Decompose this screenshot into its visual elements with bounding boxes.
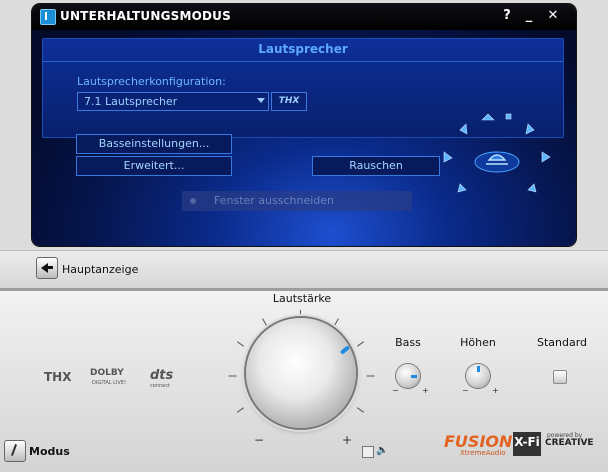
chevron-down-icon bbox=[257, 98, 265, 103]
dts-logo: dts bbox=[150, 368, 174, 383]
treble-label: Höhen bbox=[460, 336, 496, 349]
fusion-sub-logo: XtremeAudio bbox=[460, 449, 506, 457]
controls-section: Lautstärke − + Bass − + Höhen − + Standa… bbox=[0, 288, 608, 472]
bass-indicator bbox=[411, 375, 417, 378]
creative-logo: CREATIVE bbox=[545, 438, 594, 448]
window-title: UNTERHALTUNGSMODUS bbox=[60, 9, 231, 23]
main-display-label: Hauptanzeige bbox=[62, 263, 139, 276]
standard-label: Standard bbox=[536, 336, 588, 349]
volume-tick bbox=[300, 310, 301, 318]
section-divider bbox=[43, 61, 563, 62]
dts-sub-logo: connect bbox=[150, 383, 170, 389]
radio-icon bbox=[190, 198, 196, 204]
mute-checkbox[interactable] bbox=[362, 446, 374, 458]
standard-button[interactable] bbox=[553, 370, 567, 384]
cutout-window-option[interactable]: Fenster ausschneiden bbox=[182, 191, 412, 211]
top-section: UNTERHALTUNGSMODUS ? _ ✕ Lautsprecher La… bbox=[0, 0, 608, 289]
volume-plus-label: + bbox=[342, 433, 353, 447]
mute-icon: 🔈 bbox=[376, 445, 389, 456]
xfi-logo: X-Fi bbox=[513, 432, 541, 456]
thx-logo: THX bbox=[44, 370, 72, 384]
treble-plus: + bbox=[492, 386, 499, 395]
volume-label: Lautstärke bbox=[272, 292, 332, 305]
dolby-logo: DOLBY bbox=[90, 368, 124, 378]
bass-minus: − bbox=[392, 386, 399, 395]
title-bar: UNTERHALTUNGSMODUS ? _ ✕ bbox=[32, 4, 576, 30]
bass-label: Bass bbox=[395, 336, 421, 349]
bass-knob[interactable] bbox=[396, 364, 420, 388]
cutout-window-label: Fenster ausschneiden bbox=[214, 194, 335, 207]
speaker-panel: UNTERHALTUNGSMODUS ? _ ✕ Lautsprecher La… bbox=[32, 4, 576, 246]
back-button[interactable] bbox=[36, 257, 58, 279]
bass-plus: + bbox=[422, 386, 429, 395]
mode-button[interactable] bbox=[4, 440, 26, 462]
advanced-button[interactable]: Erweitert... bbox=[76, 156, 232, 176]
minimize-button[interactable]: _ bbox=[522, 8, 536, 24]
close-button[interactable]: ✕ bbox=[546, 8, 560, 24]
dolby-sub-logo: DIGITAL LIVE! bbox=[92, 380, 126, 386]
thx-button[interactable]: THX bbox=[271, 92, 307, 111]
mode-label: Modus bbox=[29, 445, 70, 458]
speaker-config-label: Lautsprecherkonfiguration: bbox=[77, 75, 226, 88]
mode-icon bbox=[11, 444, 17, 456]
treble-minus: − bbox=[462, 386, 469, 395]
volume-tick bbox=[236, 341, 245, 347]
help-button[interactable]: ? bbox=[500, 8, 514, 24]
volume-tick bbox=[356, 341, 365, 347]
bass-settings-button[interactable]: Basseinstellungen... bbox=[76, 134, 232, 154]
speaker-layout-icon[interactable] bbox=[442, 112, 552, 194]
treble-indicator bbox=[477, 366, 480, 372]
volume-tick bbox=[228, 375, 237, 377]
back-arrow-stem bbox=[47, 266, 53, 269]
volume-tick bbox=[334, 318, 339, 326]
speaker-config-select[interactable]: 7.1 Lautsprecher bbox=[77, 92, 269, 111]
volume-tick bbox=[236, 407, 245, 413]
app-logo-icon bbox=[40, 9, 56, 25]
noise-button[interactable]: Rauschen bbox=[312, 156, 440, 176]
treble-knob[interactable] bbox=[466, 364, 490, 388]
volume-tick bbox=[262, 318, 267, 326]
section-divider bbox=[0, 288, 608, 291]
nav-bar: Hauptanzeige bbox=[0, 250, 608, 289]
volume-tick bbox=[366, 375, 375, 377]
section-title: Lautsprecher bbox=[258, 42, 348, 56]
volume-minus-label: − bbox=[254, 433, 265, 447]
entertainment-mode-window: UNTERHALTUNGSMODUS ? _ ✕ Lautsprecher La… bbox=[0, 0, 608, 472]
volume-indicator bbox=[339, 345, 351, 355]
speaker-config-value: 7.1 Lautsprecher bbox=[84, 95, 178, 108]
volume-knob[interactable] bbox=[246, 318, 356, 428]
volume-tick bbox=[356, 407, 365, 413]
